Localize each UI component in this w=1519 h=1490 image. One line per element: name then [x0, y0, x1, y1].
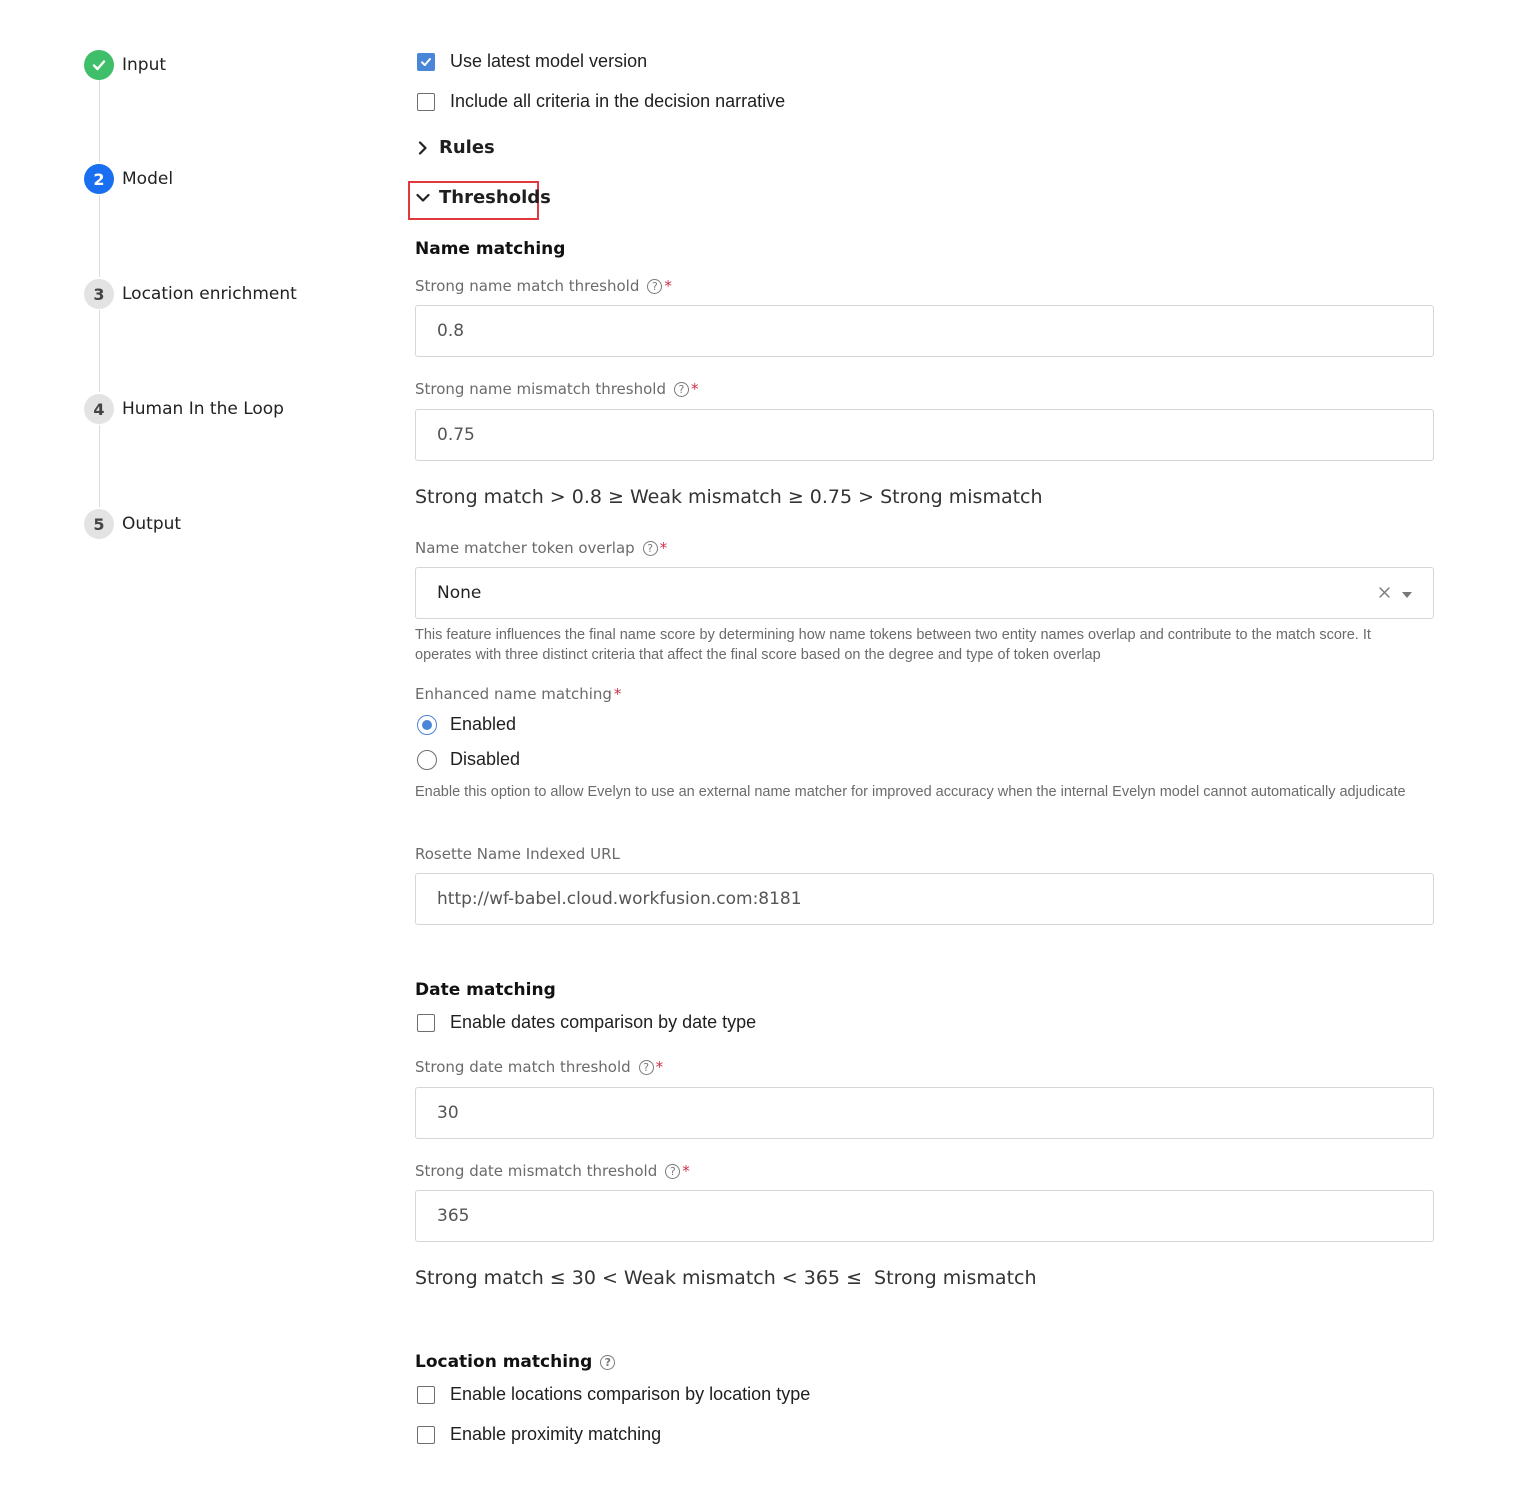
- field-label-text: Name matcher token overlap: [415, 539, 635, 557]
- token-overlap-select[interactable]: None: [415, 567, 1434, 619]
- field-label-text: Strong name mismatch threshold: [415, 380, 666, 398]
- required-marker: *: [664, 277, 672, 295]
- disabled-radio[interactable]: [417, 749, 437, 770]
- checkbox-label: Enable proximity matching: [450, 1424, 662, 1444]
- date-matching-heading: Date matching: [415, 980, 556, 1000]
- step-connector: [99, 425, 100, 507]
- step-number: 4: [84, 394, 114, 424]
- help-icon[interactable]: ?: [638, 1059, 654, 1075]
- help-icon[interactable]: ?: [600, 1354, 616, 1370]
- input-value: 365: [437, 1206, 470, 1226]
- check-icon: [84, 50, 114, 80]
- step-number: 2: [84, 164, 114, 194]
- enhanced-name-matching-help: Enable this option to allow Evelyn to us…: [415, 784, 1406, 800]
- field-label-text: Strong date match threshold: [415, 1058, 631, 1076]
- strong-name-mismatch-label: Strong name mismatch threshold ? *: [415, 380, 698, 398]
- step-label: Input: [122, 55, 167, 75]
- strong-name-match-input[interactable]: 0.8: [415, 305, 1434, 357]
- rules-section-toggle[interactable]: Rules: [415, 137, 495, 158]
- strong-date-match-input[interactable]: 30: [415, 1087, 1434, 1139]
- step-human-in-the-loop[interactable]: 4 Human In the Loop: [84, 394, 284, 424]
- thresholds-section-title: Thresholds: [439, 187, 551, 208]
- enable-proximity-matching-option[interactable]: Enable proximity matching: [417, 1424, 661, 1445]
- name-matching-heading: Name matching: [415, 239, 566, 259]
- field-label-text: Enhanced name matching: [415, 685, 612, 703]
- help-icon[interactable]: ?: [665, 1163, 681, 1179]
- checkbox-label: Include all criteria in the decision nar…: [450, 91, 786, 111]
- field-label-text: Strong date mismatch threshold: [415, 1162, 658, 1180]
- step-connector: [99, 80, 100, 162]
- field-label-text: Strong name match threshold: [415, 277, 640, 295]
- date-threshold-formula: Strong match ≤ 30 < Weak mismatch < 365 …: [415, 1267, 1037, 1289]
- strong-name-mismatch-input[interactable]: 0.75: [415, 409, 1434, 461]
- include-all-criteria-option[interactable]: Include all criteria in the decision nar…: [417, 91, 785, 112]
- checkbox-label: Enable locations comparison by location …: [450, 1384, 811, 1404]
- checkbox-label: Use latest model version: [450, 51, 648, 71]
- enhanced-enabled-option[interactable]: Enabled: [417, 714, 516, 735]
- enable-locations-comparison-option[interactable]: Enable locations comparison by location …: [417, 1384, 810, 1405]
- step-location-enrichment[interactable]: 3 Location enrichment: [84, 279, 297, 309]
- enable-dates-comparison-option[interactable]: Enable dates comparison by date type: [417, 1012, 756, 1033]
- step-input[interactable]: Input: [84, 50, 166, 80]
- enhanced-disabled-option[interactable]: Disabled: [417, 749, 520, 770]
- required-marker: *: [655, 1058, 664, 1076]
- use-latest-model-checkbox[interactable]: [417, 52, 435, 71]
- thresholds-section-toggle[interactable]: Thresholds: [415, 187, 551, 208]
- token-overlap-label: Name matcher token overlap ? *: [415, 539, 667, 557]
- step-connector: [99, 310, 100, 392]
- help-icon[interactable]: ?: [647, 278, 663, 294]
- rosette-url-input[interactable]: http://wf-babel.cloud.workfusion.com:818…: [415, 873, 1434, 925]
- enhanced-name-matching-label: Enhanced name matching *: [415, 685, 621, 703]
- enable-locations-comparison-checkbox[interactable]: [417, 1385, 435, 1404]
- help-icon[interactable]: ?: [642, 540, 658, 556]
- strong-date-mismatch-label: Strong date mismatch threshold ? *: [415, 1162, 690, 1180]
- step-model[interactable]: 2 Model: [84, 164, 173, 194]
- step-output[interactable]: 5 Output: [84, 509, 181, 539]
- enable-proximity-matching-checkbox[interactable]: [417, 1425, 435, 1444]
- caret-down-icon[interactable]: [1402, 583, 1412, 603]
- help-icon[interactable]: ?: [673, 381, 689, 397]
- strong-date-match-label: Strong date match threshold ? *: [415, 1058, 663, 1076]
- checkbox-label: Enable dates comparison by date type: [450, 1012, 757, 1032]
- rules-section-title: Rules: [439, 137, 495, 158]
- required-marker: *: [659, 539, 668, 557]
- strong-name-match-label: Strong name match threshold ? *: [415, 277, 672, 295]
- required-marker: *: [690, 380, 699, 398]
- step-label: Output: [122, 514, 182, 534]
- select-value: None: [437, 583, 482, 603]
- token-overlap-help: This feature influences the final name s…: [415, 627, 1371, 663]
- enable-dates-comparison-checkbox[interactable]: [417, 1013, 435, 1032]
- step-number: 5: [84, 509, 114, 539]
- chevron-right-icon: [415, 140, 431, 155]
- input-value: 0.75: [437, 425, 475, 445]
- include-all-criteria-checkbox[interactable]: [417, 92, 435, 111]
- clear-icon[interactable]: [1379, 583, 1390, 603]
- input-value: 30: [437, 1103, 459, 1123]
- enabled-radio[interactable]: [417, 714, 437, 735]
- step-label: Model: [122, 169, 174, 189]
- chevron-down-icon: [415, 193, 431, 203]
- location-matching-title: Location matching: [415, 1352, 593, 1372]
- input-value: http://wf-babel.cloud.workfusion.com:818…: [437, 889, 802, 909]
- name-threshold-formula: Strong match > 0.8 ≥ Weak mismatch ≥ 0.7…: [415, 486, 1043, 508]
- required-marker: *: [682, 1162, 690, 1180]
- radio-label: Enabled: [450, 714, 517, 734]
- field-label-text: Rosette Name Indexed URL: [415, 845, 620, 863]
- step-label: Location enrichment: [122, 284, 297, 304]
- rosette-url-label: Rosette Name Indexed URL: [415, 845, 620, 863]
- step-connector: [99, 195, 100, 277]
- required-marker: *: [613, 685, 622, 703]
- input-value: 0.8: [437, 321, 465, 341]
- step-number: 3: [84, 279, 114, 309]
- use-latest-model-option[interactable]: Use latest model version: [417, 51, 647, 72]
- strong-date-mismatch-input[interactable]: 365: [415, 1190, 1434, 1242]
- radio-label: Disabled: [450, 749, 521, 769]
- step-label: Human In the Loop: [122, 399, 284, 419]
- location-matching-heading: Location matching ?: [415, 1352, 616, 1372]
